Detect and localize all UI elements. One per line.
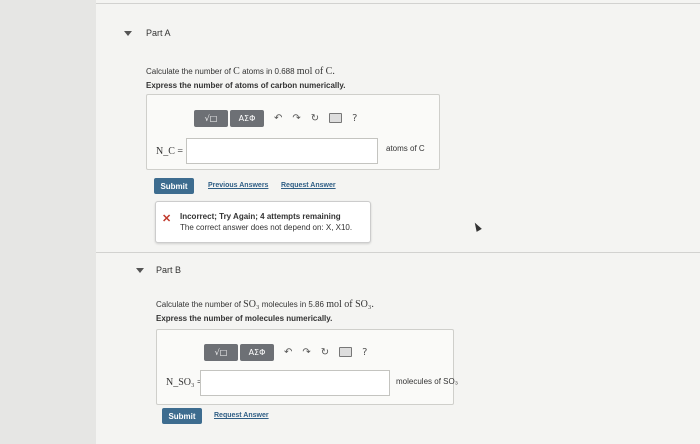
template-button[interactable]: √□ bbox=[204, 343, 238, 361]
previous-answers-link[interactable]: Previous Answers bbox=[208, 182, 268, 189]
keyboard-icon[interactable] bbox=[329, 113, 343, 123]
incorrect-icon: ✕ bbox=[162, 213, 172, 225]
help-icon[interactable]: ? bbox=[352, 113, 357, 124]
part-a-instruction: Express the number of atoms of carbon nu… bbox=[146, 81, 346, 90]
part-a-title: Part A bbox=[146, 28, 171, 38]
greek-symbols-button[interactable]: ΑΣΦ bbox=[240, 343, 274, 361]
part-a-question: Calculate the number of C atoms in 0.688… bbox=[146, 66, 335, 77]
undo-icon[interactable]: ↶ bbox=[274, 113, 282, 124]
part-a-request-answer-link[interactable]: Request Answer bbox=[281, 182, 336, 189]
part-a-unit-label: atoms of C bbox=[386, 144, 425, 153]
part-a-answer-input[interactable] bbox=[186, 138, 378, 164]
greek-symbols-button[interactable]: ΑΣΦ bbox=[230, 109, 264, 127]
part-b-submit-button[interactable]: Submit bbox=[162, 408, 202, 424]
reset-icon[interactable]: ↻ bbox=[321, 347, 329, 358]
part-b-unit-label: molecules of SO₃ bbox=[396, 377, 458, 386]
part-a-toolbar: √□ ΑΣΦ ↶ ↷ ↻ ? bbox=[194, 108, 357, 128]
keyboard-icon[interactable] bbox=[339, 347, 353, 357]
undo-icon[interactable]: ↶ bbox=[284, 347, 292, 358]
redo-icon[interactable]: ↷ bbox=[292, 113, 300, 124]
feedback-box bbox=[155, 201, 371, 243]
feedback-title: Incorrect; Try Again; 4 attempts remaini… bbox=[180, 212, 341, 221]
help-icon[interactable]: ? bbox=[362, 347, 367, 358]
feedback-body: The correct answer does not depend on: X… bbox=[180, 223, 353, 232]
part-b-question: Calculate the number of SO₃ molecules in… bbox=[156, 299, 374, 310]
reset-icon[interactable]: ↻ bbox=[311, 113, 319, 124]
part-b-instruction: Express the number of molecules numerica… bbox=[156, 314, 333, 323]
part-b-input-label: N_SO₃ = bbox=[166, 377, 203, 388]
part-b-toolbar: √□ ΑΣΦ ↶ ↷ ↻ ? bbox=[204, 342, 367, 362]
divider-part-b bbox=[96, 252, 700, 253]
part-b-title: Part B bbox=[156, 265, 182, 275]
part-b-request-answer-link[interactable]: Request Answer bbox=[214, 412, 269, 419]
divider-top bbox=[96, 3, 700, 4]
collapse-part-b-icon[interactable] bbox=[136, 268, 144, 273]
part-a-submit-button[interactable]: Submit bbox=[154, 178, 194, 194]
template-button[interactable]: √□ bbox=[194, 109, 228, 127]
part-a-input-label: N_C = bbox=[156, 146, 184, 157]
collapse-part-a-icon[interactable] bbox=[124, 31, 132, 36]
redo-icon[interactable]: ↷ bbox=[302, 347, 310, 358]
part-b-answer-input[interactable] bbox=[200, 370, 390, 396]
